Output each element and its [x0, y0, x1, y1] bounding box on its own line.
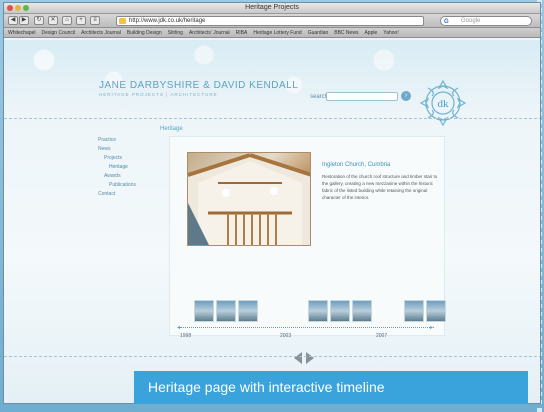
- favicon-icon: [119, 18, 126, 24]
- timeline-thumbnail[interactable]: [404, 300, 424, 322]
- timeline-thumbnail[interactable]: [426, 300, 446, 322]
- timeline-thumbnail[interactable]: [238, 300, 258, 322]
- timeline-year[interactable]: 2007: [376, 333, 387, 339]
- bookmark-item[interactable]: Architects' Journal: [189, 28, 230, 37]
- header-divider: [4, 118, 540, 119]
- entry-description: Restoration of the church roof structure…: [322, 174, 438, 200]
- title-bar: Heritage Projects: [4, 3, 540, 14]
- search-go-icon[interactable]: ›: [401, 91, 411, 101]
- bookmark-item[interactable]: Guardian: [308, 28, 329, 37]
- timeline-thumbnail[interactable]: [330, 300, 350, 322]
- site-title[interactable]: JANE DARBYSHIRE & DAVID KENDALL: [99, 80, 298, 91]
- timeline-thumbnail[interactable]: [216, 300, 236, 322]
- history-button[interactable]: ≡: [90, 16, 100, 25]
- left-navigation: Practice News Projects Heritage Awards Public…: [98, 136, 136, 199]
- nav-item[interactable]: Contact: [98, 190, 136, 199]
- next-arrow-icon[interactable]: [306, 352, 314, 364]
- section-heading: Heritage: [160, 126, 183, 132]
- caption-banner: Heritage page with interactive timeline: [134, 371, 528, 404]
- bookmark-item[interactable]: Architects Journal: [81, 28, 121, 37]
- bookmark-item[interactable]: Building Design: [127, 28, 162, 37]
- bookmark-item[interactable]: Stirling: [168, 28, 183, 37]
- nav-item[interactable]: Heritage: [98, 163, 136, 172]
- svg-text:dk: dk: [438, 98, 450, 110]
- nav-item[interactable]: Projects: [98, 154, 136, 163]
- timeline-thumbnail[interactable]: [194, 300, 214, 322]
- address-bar[interactable]: http://www.jdk.co.uk/heritage: [116, 16, 424, 26]
- bookmark-item[interactable]: Yahoo!: [383, 28, 398, 37]
- bookmark-item[interactable]: RIBA: [236, 28, 248, 37]
- bookmark-item[interactable]: Apple: [364, 28, 377, 37]
- browser-search-placeholder: Google: [461, 18, 481, 24]
- timeline-year[interactable]: 1998: [180, 333, 191, 339]
- home-button[interactable]: ⌂: [62, 16, 72, 25]
- window-title: Heritage Projects: [245, 4, 299, 11]
- site-subtitle: HERITAGE PROJECTS | ARCHITECTURE: [99, 92, 218, 97]
- monogram-logo[interactable]: dk: [418, 78, 468, 128]
- timeline-thumbnail[interactable]: [308, 300, 328, 322]
- timeline-thumbnails: [194, 300, 446, 322]
- bookmark-item[interactable]: Heritage Lottery Fund: [253, 28, 301, 37]
- nav-item[interactable]: Practice: [98, 136, 136, 145]
- google-icon: G: [444, 19, 449, 25]
- browser-toolbar: ◀ ▶ ↻ ✕ ⌂ + ≡ http://www.jdk.co.uk/herit…: [4, 14, 540, 28]
- reload-button[interactable]: ↻: [34, 16, 44, 25]
- bookmark-item[interactable]: Design Council: [42, 28, 76, 37]
- timeline-end-arrow-icon[interactable]: ▸: [430, 324, 433, 331]
- stop-button[interactable]: ✕: [48, 16, 58, 25]
- forward-button[interactable]: ▶: [19, 16, 29, 25]
- back-button[interactable]: ◀: [8, 16, 18, 25]
- site-search-input[interactable]: [326, 92, 398, 101]
- project-photo[interactable]: [187, 152, 311, 246]
- pager: [294, 352, 314, 364]
- bookmark-item[interactable]: BBC News: [334, 28, 358, 37]
- web-page: JANE DARBYSHIRE & DAVID KENDALL HERITAGE…: [4, 40, 540, 403]
- timeline-track[interactable]: [180, 327, 434, 328]
- footer-divider: [4, 356, 540, 357]
- bookmarks-bar: Whitechapel Design Council Architects Jour…: [4, 28, 540, 38]
- nav-item[interactable]: Awards: [98, 172, 136, 181]
- entry-title[interactable]: Ingleton Church, Cumbria: [322, 162, 390, 168]
- browser-search-input[interactable]: G Google: [440, 16, 532, 26]
- timeline-year[interactable]: 2003: [280, 333, 291, 339]
- address-text: http://www.jdk.co.uk/heritage: [129, 18, 206, 24]
- bookmark-item[interactable]: Whitechapel: [8, 28, 36, 37]
- previous-arrow-icon[interactable]: [294, 352, 302, 364]
- add-bookmark-button[interactable]: +: [76, 16, 86, 25]
- timeline-thumbnail[interactable]: [352, 300, 372, 322]
- interior-stair-image: [188, 153, 310, 245]
- nav-item[interactable]: Publications: [98, 181, 136, 190]
- browser-window: Heritage Projects ◀ ▶ ↻ ✕ ⌂ + ≡ http://w…: [3, 2, 541, 404]
- nav-item[interactable]: News: [98, 145, 136, 154]
